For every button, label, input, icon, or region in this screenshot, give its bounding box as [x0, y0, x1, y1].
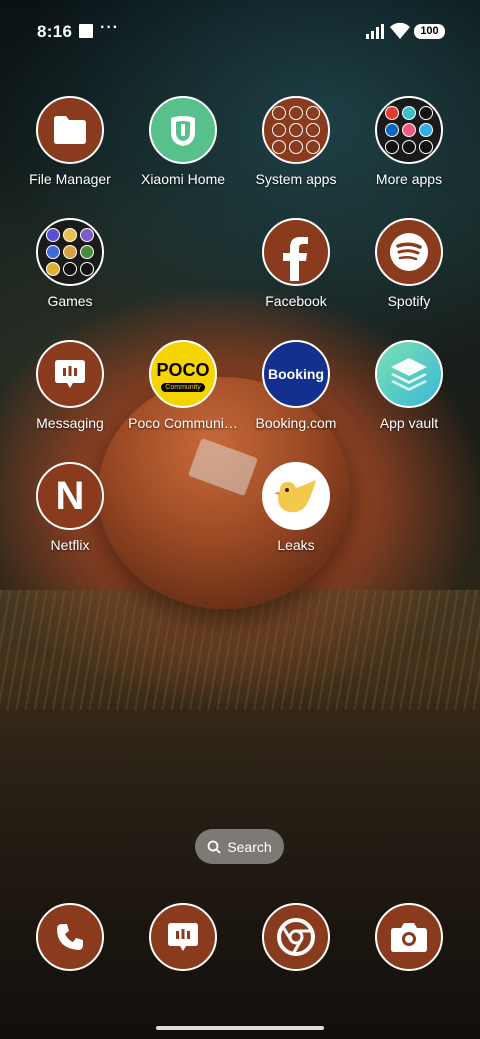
search-icon [207, 840, 221, 854]
poco-logo-text: POCO [156, 360, 210, 380]
status-bar: 8:16 ··· 100 [0, 0, 480, 64]
games-folder-icon [36, 218, 104, 286]
facebook-icon [262, 218, 330, 286]
dock-messaging[interactable] [149, 903, 217, 971]
home-indicator-bar[interactable] [156, 1026, 324, 1030]
chrome-icon [262, 903, 330, 971]
poco-logo-subtext: Community [161, 383, 205, 392]
dock-chrome[interactable] [262, 903, 330, 971]
app-label: Spotify [387, 293, 431, 309]
search-label: Search [227, 838, 272, 855]
app-app-vault[interactable]: App vault [353, 340, 465, 431]
notification-square-icon [79, 24, 93, 38]
app-label: Booking.com [255, 415, 337, 431]
spotify-icon [375, 218, 443, 286]
booking-logo-text: Booking [268, 366, 324, 382]
app-poco-community[interactable]: POCO Community Poco Communi… [127, 340, 239, 431]
app-netflix[interactable]: N Netflix [14, 462, 126, 553]
app-facebook[interactable]: Facebook [240, 218, 352, 309]
message-bubble-icon [149, 903, 217, 971]
signal-icon [366, 24, 384, 39]
netflix-logo-text: N [55, 473, 85, 518]
app-label: App vault [379, 415, 439, 431]
wifi-icon [390, 22, 410, 39]
folder-icon [36, 96, 104, 164]
app-label: Leaks [277, 537, 315, 553]
layers-icon [375, 340, 443, 408]
dock-camera[interactable] [375, 903, 443, 971]
app-label: Games [47, 293, 93, 309]
xiaomi-home-icon [149, 96, 217, 164]
netflix-icon: N [36, 462, 104, 530]
app-file-manager[interactable]: File Manager [14, 96, 126, 187]
app-spotify[interactable]: Spotify [353, 218, 465, 309]
app-label: More apps [375, 171, 443, 187]
app-label: Messaging [36, 415, 104, 431]
battery-icon: 100 [414, 24, 445, 39]
message-bubble-icon [36, 340, 104, 408]
app-label: Netflix [50, 537, 90, 553]
folder-more-apps[interactable]: More apps [353, 96, 465, 187]
app-label: Facebook [265, 293, 327, 309]
app-label: Poco Communi… [128, 415, 238, 431]
app-messaging[interactable]: Messaging [14, 340, 126, 431]
camera-icon [375, 903, 443, 971]
leaks-bird-icon [262, 462, 330, 530]
app-label: System apps [255, 171, 337, 187]
booking-icon: Booking [262, 340, 330, 408]
system-apps-folder-icon [262, 96, 330, 164]
app-label: File Manager [29, 171, 111, 187]
app-label: Xiaomi Home [140, 171, 226, 187]
app-leaks[interactable]: Leaks [240, 462, 352, 553]
folder-games[interactable]: Games [14, 218, 126, 309]
poco-icon: POCO Community [149, 340, 217, 408]
status-time: 8:16 [37, 22, 73, 41]
search-button[interactable]: Search [195, 829, 284, 864]
folder-system-apps[interactable]: System apps [240, 96, 352, 187]
phone-icon [36, 903, 104, 971]
dock-phone[interactable] [36, 903, 104, 971]
app-booking[interactable]: Booking Booking.com [240, 340, 352, 431]
app-xiaomi-home[interactable]: Xiaomi Home [127, 96, 239, 187]
more-notifications-icon: ··· [100, 19, 119, 36]
more-apps-folder-icon [375, 96, 443, 164]
